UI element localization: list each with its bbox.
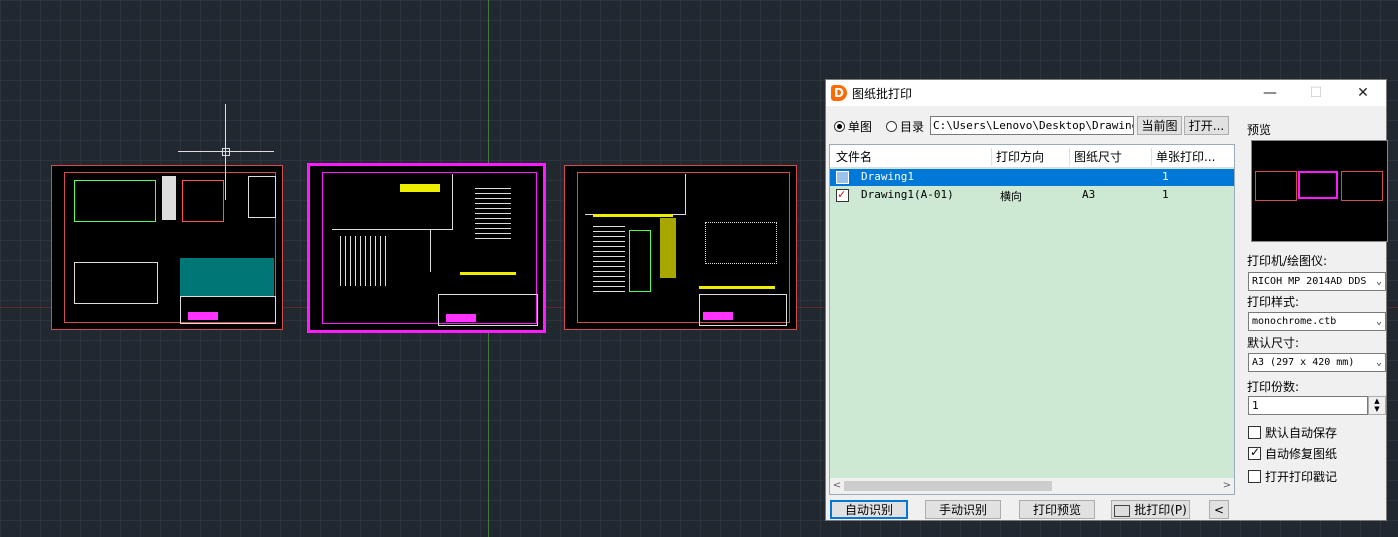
auto-save-label: 默认自动保存 xyxy=(1265,426,1338,440)
copies-label: 打印份数: xyxy=(1247,380,1300,394)
path-input[interactable]: C:\Users\Lenovo\Desktop\Drawing1. xyxy=(930,116,1134,135)
copies: 1 xyxy=(1162,188,1169,201)
print-style-select[interactable]: monochrome.ctb ⌄ xyxy=(1248,312,1386,331)
circuit-block xyxy=(660,218,676,278)
section-block xyxy=(332,174,453,230)
single-drawing-radio[interactable] xyxy=(834,121,845,132)
auto-save-checkbox[interactable] xyxy=(1248,426,1261,439)
scroll-right-icon[interactable]: > xyxy=(1220,478,1234,494)
close-button[interactable]: ✕ xyxy=(1340,80,1386,106)
preview-sheet xyxy=(1255,171,1297,201)
column-header-paper-size[interactable]: 图纸尺寸 xyxy=(1070,148,1152,166)
label-block xyxy=(699,286,775,289)
printer-select[interactable]: RICOH MP 2014AD DDS ⌄ xyxy=(1248,272,1386,291)
chevron-down-icon: ⌄ xyxy=(1375,316,1382,327)
column-header-orientation[interactable]: 打印方向 xyxy=(992,148,1070,166)
default-size-select[interactable]: A3 (297 x 420 mm) ⌄ xyxy=(1248,353,1386,372)
directory-radio[interactable] xyxy=(886,121,897,132)
file-list[interactable]: 文件名 打印方向 图纸尺寸 单张打印... Drawing1 1 Drawing… xyxy=(829,144,1235,495)
chevron-down-icon: ⌄ xyxy=(1375,276,1382,287)
stamp-block xyxy=(446,314,476,322)
preview-label: 预览 xyxy=(1247,123,1272,137)
list-item[interactable]: Drawing1(A-01) 横向 A3 1 xyxy=(830,187,1234,204)
title-bar[interactable]: D 图纸批打印 — ☐ ✕ xyxy=(826,80,1386,106)
manual-detect-button[interactable]: 手动识别 xyxy=(925,500,1001,519)
chevron-down-icon: ⌄ xyxy=(1375,357,1382,368)
current-drawing-button[interactable]: 当前图 xyxy=(1137,116,1182,135)
batch-print-button[interactable]: 批打印(P) xyxy=(1111,500,1190,519)
scroll-thumb[interactable] xyxy=(844,481,1052,491)
directory-label: 目录 xyxy=(900,120,925,134)
label-block xyxy=(460,272,516,275)
scroll-left-icon[interactable]: < xyxy=(830,478,844,494)
printer-label: 打印机/绘图仪: xyxy=(1247,254,1328,268)
label-block xyxy=(593,214,673,217)
auto-repair-checkbox[interactable] xyxy=(1248,445,1261,460)
print-style-value: monochrome.ctb xyxy=(1252,316,1337,327)
default-size-value: A3 (297 x 420 mm) xyxy=(1252,357,1355,368)
orientation: 横向 xyxy=(1000,190,1022,203)
label-block xyxy=(400,184,440,192)
row-checkbox[interactable] xyxy=(836,187,849,202)
paper-size: A3 xyxy=(1082,188,1096,201)
circuit-block xyxy=(705,222,777,264)
list-header: 文件名 打印方向 图纸尺寸 单张打印... xyxy=(830,145,1234,168)
file-name: Drawing1 xyxy=(861,170,914,183)
open-button[interactable]: 打开... xyxy=(1184,116,1229,135)
copies: 1 xyxy=(1162,170,1169,183)
dialog-title: 图纸批打印 xyxy=(852,87,913,101)
batch-print-dialog: D 图纸批打印 — ☐ ✕ 单图 目录 C:\Users\Lenovo\Desk… xyxy=(825,79,1388,521)
column-header-filename[interactable]: 文件名 xyxy=(832,148,992,166)
crosshair-pickbox xyxy=(222,148,230,156)
circuit-block xyxy=(182,180,224,222)
table-block xyxy=(593,226,625,296)
preview-sheet xyxy=(1298,171,1338,199)
circuit-block xyxy=(74,262,158,304)
maximize-button[interactable]: ☐ xyxy=(1293,80,1339,106)
batch-print-label: 批打印(P) xyxy=(1134,503,1187,517)
collapse-panel-button[interactable]: < xyxy=(1209,500,1229,519)
circuit-block xyxy=(430,230,441,272)
circuit-block xyxy=(162,176,176,220)
minimize-button[interactable]: — xyxy=(1247,80,1293,106)
drawing-sheet-3[interactable] xyxy=(564,165,797,330)
circuit-block xyxy=(340,236,390,286)
stamp-block xyxy=(703,312,733,320)
column-header-copies[interactable]: 单张打印... xyxy=(1152,148,1232,166)
preview-sheet xyxy=(1341,171,1383,201)
print-preview-button[interactable]: 打印预览 xyxy=(1019,500,1095,519)
app-logo-icon: D xyxy=(831,85,847,101)
list-item[interactable]: Drawing1 1 xyxy=(830,169,1234,186)
default-size-label: 默认尺寸: xyxy=(1247,336,1300,350)
printer-value: RICOH MP 2014AD DDS xyxy=(1252,276,1367,287)
table-block xyxy=(475,188,511,240)
print-style-label: 打印样式: xyxy=(1247,295,1300,309)
circuit-block xyxy=(629,230,651,292)
file-name: Drawing1(A-01) xyxy=(861,188,954,201)
copies-input[interactable]: 1 xyxy=(1248,396,1368,415)
circuit-block xyxy=(248,176,276,218)
preview-thumbnail xyxy=(1251,140,1388,242)
row-checkbox[interactable] xyxy=(836,171,849,184)
circuit-block xyxy=(74,180,156,222)
horizontal-scrollbar[interactable]: < > xyxy=(830,478,1234,494)
copies-stepper[interactable]: ▲ ▼ xyxy=(1368,396,1386,415)
single-drawing-label: 单图 xyxy=(848,120,873,134)
table-block xyxy=(180,258,274,296)
title-block xyxy=(699,294,787,326)
auto-detect-button[interactable]: 自动识别 xyxy=(830,500,908,519)
printer-icon xyxy=(1114,504,1131,517)
drawing-sheet-1[interactable] xyxy=(51,165,283,330)
stamp-block xyxy=(188,312,218,320)
print-stamp-checkbox[interactable] xyxy=(1248,470,1261,483)
print-stamp-label: 打开打印戳记 xyxy=(1265,470,1338,484)
drawing-sheet-2-selected[interactable] xyxy=(307,163,546,333)
auto-repair-label: 自动修复图纸 xyxy=(1265,447,1338,461)
section-block xyxy=(585,174,686,215)
